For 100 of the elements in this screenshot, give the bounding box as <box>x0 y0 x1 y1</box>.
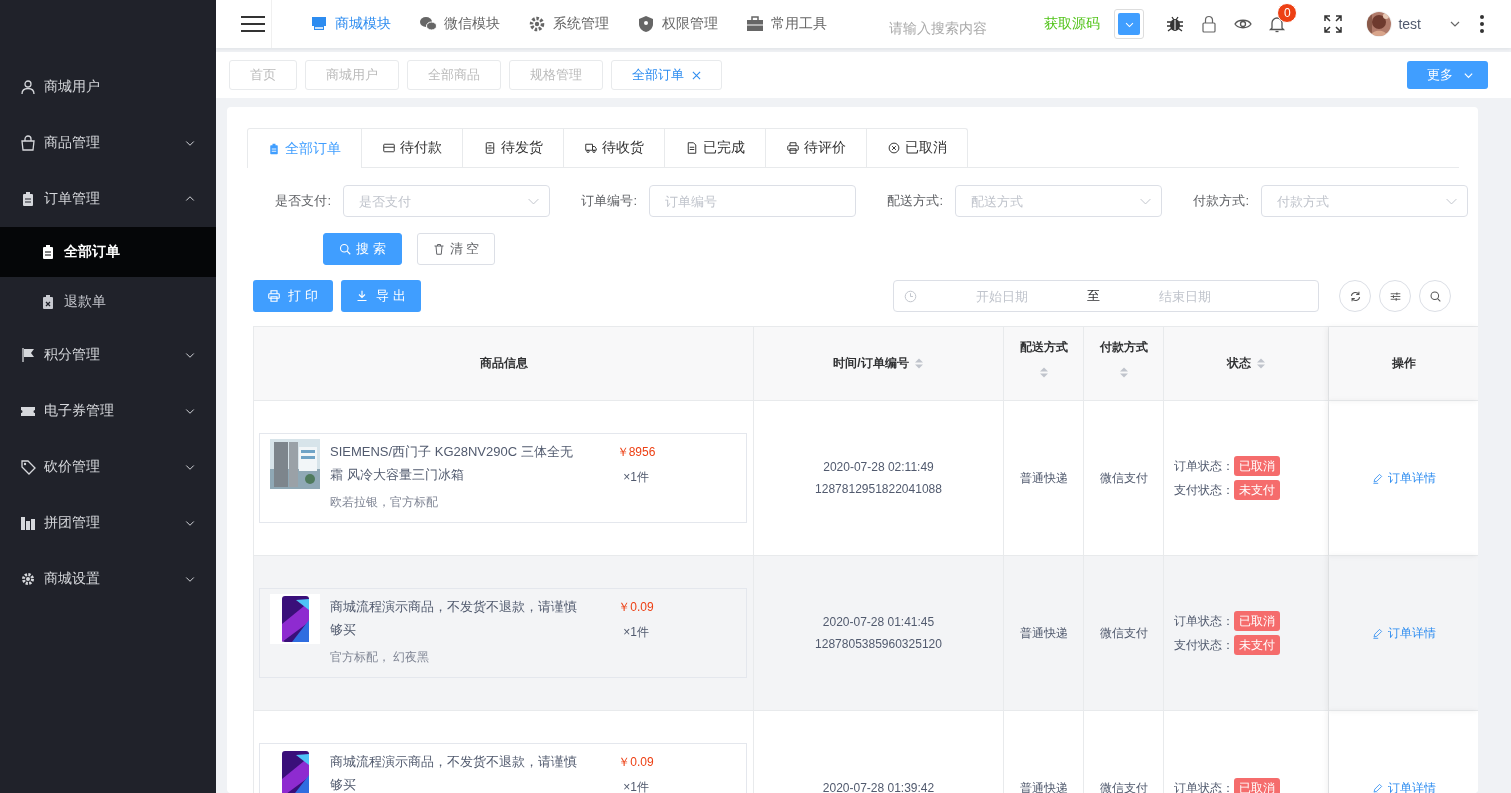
order-tab[interactable]: 待付款 <box>362 128 463 167</box>
order-detail-link[interactable]: 订单详情 <box>1371 779 1436 793</box>
order-tab[interactable]: 已取消 <box>867 128 968 167</box>
user-name[interactable]: test <box>1398 16 1421 32</box>
range-separator: 至 <box>1087 287 1100 305</box>
briefcase-icon <box>746 15 764 33</box>
product-spec: 官方标配， 幻夜黑 <box>330 649 431 666</box>
sidebar-item[interactable]: 电子券管理 <box>0 383 216 439</box>
sort-icon <box>1038 366 1049 379</box>
payment-method: 微信支付 <box>1099 469 1148 487</box>
sidebar-item[interactable]: 商城用户 <box>0 59 216 115</box>
sidebar-item[interactable]: 订单管理 <box>0 171 216 227</box>
filter-label: 付款方式: <box>1192 192 1250 210</box>
circle-cross-icon <box>887 142 900 154</box>
product-price: ￥8956 <box>616 444 656 461</box>
trash-icon <box>432 243 445 255</box>
select-field[interactable]: 配送方式 <box>955 185 1162 217</box>
shop-icon <box>310 15 328 33</box>
filter-label: 订单编号: <box>580 192 638 210</box>
bell-icon <box>1268 15 1287 33</box>
sliders-icon <box>1389 290 1401 302</box>
status-tag: 已取消 <box>1234 611 1280 631</box>
tag-icon <box>20 459 36 475</box>
order-time: 2020-07-28 02:11:49 <box>823 460 934 474</box>
module-tab[interactable]: 常用工具 <box>746 15 827 33</box>
module-tab[interactable]: 权限管理 <box>637 15 718 33</box>
sidebar-item[interactable]: 商城设置 <box>0 551 216 607</box>
module-tab[interactable]: 系统管理 <box>528 15 609 33</box>
clipboard-icon <box>268 142 280 155</box>
clipboard-icon <box>40 244 56 260</box>
order-detail-link[interactable]: 订单详情 <box>1371 469 1436 487</box>
status-tag: 已取消 <box>1234 456 1280 476</box>
printer-icon <box>268 290 281 302</box>
refresh-icon <box>1349 290 1361 302</box>
status-label: 支付状态： <box>1174 636 1234 654</box>
bug-icon <box>1166 15 1185 33</box>
credit-card-icon <box>382 142 395 154</box>
column-header: 时间/订单编号 <box>833 355 909 372</box>
search-button[interactable] <box>1419 280 1451 312</box>
product-quantity: ×1件 <box>623 469 649 486</box>
column-header: 付款方式 <box>1099 339 1148 356</box>
product-price: ￥0.09 <box>618 599 654 616</box>
sort-icon <box>1118 366 1129 379</box>
order-tab[interactable]: 待评价 <box>766 128 867 167</box>
download-icon <box>356 290 369 302</box>
product-name: SIEMENS/西门子 KG28NV290C 三体全无霜 风冷大容量三门冰箱 <box>330 443 574 484</box>
status-tag: 未支付 <box>1234 635 1280 655</box>
select-field[interactable]: 是否支付 <box>343 185 550 217</box>
column-header: 配送方式 <box>1019 339 1068 356</box>
order-tab[interactable]: 已完成 <box>665 128 766 167</box>
input-field[interactable]: 订单编号 <box>649 185 856 217</box>
status-label: 订单状态： <box>1174 779 1234 793</box>
refresh-button[interactable] <box>1339 280 1371 312</box>
module-tab[interactable]: 商城模块 <box>310 15 391 33</box>
truck-icon <box>584 142 597 154</box>
column-header: 状态 <box>1226 355 1251 372</box>
payment-method: 微信支付 <box>1099 624 1148 642</box>
sidebar-subitem[interactable]: 全部订单 <box>0 227 216 277</box>
dropdown-button[interactable] <box>1114 9 1145 39</box>
shield-icon <box>637 15 655 33</box>
sidebar-item[interactable]: 积分管理 <box>0 327 216 383</box>
status-tag: 未支付 <box>1234 480 1280 500</box>
sidebar-item[interactable]: 商品管理 <box>0 115 216 171</box>
chat-icon <box>419 15 437 33</box>
order-time: 2020-07-28 01:39:42 <box>822 781 935 793</box>
order-time: 2020-07-28 01:41:45 <box>822 615 935 629</box>
order-tab[interactable]: 待收货 <box>564 128 665 167</box>
clear-button[interactable]: 清 空 <box>416 233 496 265</box>
user-icon <box>20 79 36 95</box>
sidebar-item[interactable]: 砍价管理 <box>0 439 216 495</box>
delivery-method: 普通快递 <box>1019 624 1068 642</box>
delivery-method: 普通快递 <box>1019 469 1068 487</box>
fullscreen-icon <box>1324 15 1343 33</box>
settings-icon <box>528 15 546 33</box>
filter-label: 配送方式: <box>886 192 944 210</box>
flag-icon <box>20 347 36 363</box>
receipt-icon <box>483 142 496 154</box>
column-header: 操作 <box>1391 355 1416 372</box>
select-field[interactable]: 付款方式 <box>1261 185 1468 217</box>
status-label: 订单状态： <box>1174 612 1234 630</box>
product-price: ￥0.09 <box>618 754 654 771</box>
sidebar-item[interactable]: 拼团管理 <box>0 495 216 551</box>
clock-icon <box>904 289 917 303</box>
filter-settings-button[interactable] <box>1379 280 1411 312</box>
product-quantity: ×1件 <box>623 624 649 641</box>
column-header: 商品信息 <box>479 355 528 372</box>
order-tab[interactable]: 待发货 <box>463 128 564 167</box>
bag-icon <box>20 135 36 151</box>
product-name: 商城流程演示商品，不发货不退款，请谨慎够买 <box>330 598 578 639</box>
menu-icon <box>241 15 265 33</box>
module-tab[interactable]: 微信模块 <box>419 15 500 33</box>
status-label: 支付状态： <box>1174 481 1234 499</box>
page-tab[interactable]: 全部订单 <box>611 60 722 90</box>
sidebar-subitem[interactable]: 退款单 <box>0 277 216 327</box>
date-range-field[interactable]: 开始日期 至 结束日期 <box>893 280 1319 312</box>
payment-method: 微信支付 <box>1099 779 1148 793</box>
status-tag: 已取消 <box>1234 778 1280 793</box>
notification-badge: 0 <box>1277 3 1298 23</box>
document-icon <box>685 142 698 154</box>
search-icon <box>1429 290 1441 302</box>
